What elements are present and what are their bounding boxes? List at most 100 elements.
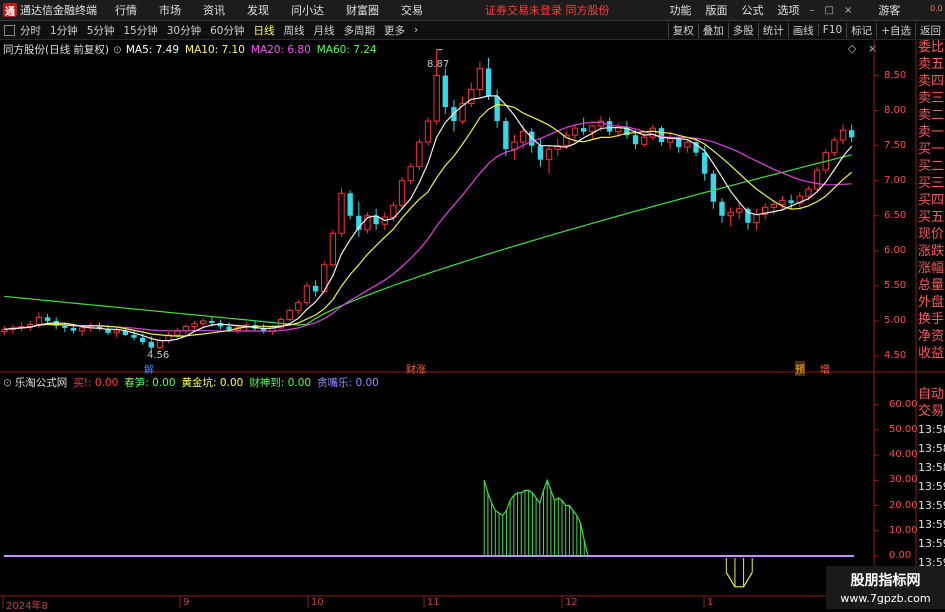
candle-body — [485, 68, 492, 97]
candle-body — [589, 125, 596, 133]
quote-field-label: 买一 — [918, 142, 945, 157]
quote-field-label: 买四 — [918, 193, 945, 208]
price-tick: 7.50 — [884, 139, 907, 151]
date-tick: 2024年8 — [6, 601, 48, 612]
quote-field-label: 外盘 — [918, 295, 945, 310]
candle-body — [78, 327, 86, 332]
candle-body — [813, 169, 821, 190]
candle-body — [70, 327, 77, 331]
price-tick: 5.00 — [884, 314, 907, 326]
golden-pit-line — [725, 572, 753, 588]
date-tick: 1 — [707, 597, 714, 608]
candle-body — [476, 68, 484, 91]
watermark-url: www.7gpzb.com — [840, 592, 931, 605]
candle-body — [779, 199, 786, 206]
candle-body — [312, 285, 319, 292]
tick-time: 13:59 — [918, 518, 945, 531]
candle-body — [848, 130, 855, 138]
sub-legend-4: 贪嘴乐: 0.00 — [317, 377, 379, 389]
sub-indicator-title: 乐淘公式网 — [14, 377, 68, 389]
candle-body — [62, 325, 68, 328]
candle-body — [831, 139, 838, 154]
date-tick: 12 — [565, 597, 578, 608]
candle-body — [200, 320, 207, 325]
event-marker-1[interactable]: 解 — [144, 361, 154, 376]
quote-field-label: 卖二 — [918, 108, 945, 123]
price-tick: 7.00 — [884, 174, 907, 186]
quote-field-label: 卖四 — [918, 74, 945, 89]
candle-body — [736, 208, 743, 213]
candle-body — [156, 340, 164, 349]
candle-body — [182, 326, 190, 332]
candle-body — [433, 75, 440, 122]
sub-tick: 20.00 — [889, 499, 918, 511]
event-marker-3[interactable]: 预 — [795, 361, 805, 376]
candles — [1, 49, 855, 352]
tick-time: 13:59 — [918, 499, 945, 512]
sub-tick: 50.00 — [889, 423, 918, 435]
sub-legend-3: 财神到: 0.00 — [249, 377, 312, 389]
candle-body — [658, 128, 665, 143]
candle-body — [191, 323, 198, 328]
quote-field-label: 卖一 — [918, 125, 945, 140]
spring-series — [483, 480, 585, 556]
candle-body — [44, 317, 51, 321]
candle-body — [632, 135, 639, 145]
candle-body — [329, 232, 337, 266]
price-tick: 5.50 — [884, 279, 907, 291]
auto-trade-label[interactable]: 自动 — [918, 387, 945, 402]
candle-body — [684, 141, 691, 148]
candle-body — [494, 96, 500, 122]
candle-body — [295, 302, 302, 311]
auto-trade-label[interactable]: 交易 — [918, 404, 945, 419]
price-tick: 4.50 — [884, 349, 907, 361]
candle-body — [424, 120, 432, 143]
quote-field-label: 涨幅 — [918, 261, 945, 276]
candle-body — [338, 192, 345, 234]
candle-body — [545, 148, 553, 161]
candle-body — [347, 193, 353, 216]
candle-body — [571, 127, 579, 136]
quote-field-label: 净资 — [918, 329, 945, 344]
golden-pit-series — [725, 558, 753, 587]
candle-body — [580, 128, 587, 132]
sub-tick: 10.00 — [889, 524, 918, 536]
sub-toggle-icon[interactable]: ⊙ — [3, 377, 12, 389]
candle-body — [537, 145, 544, 160]
sub-legend: ⊙ 乐淘公式网 买!: 0.00 春笋: 0.00 黄金坑: 0.00 财神到: 0.… — [3, 375, 385, 390]
tick-time: 13:59 — [918, 537, 945, 550]
candle-body — [303, 285, 311, 304]
price-tick: 6.50 — [884, 209, 907, 221]
candle-body — [702, 152, 708, 174]
candle-body — [710, 173, 717, 202]
sub-tick: 40.00 — [889, 449, 918, 461]
candle-body — [640, 136, 648, 145]
candle-body — [649, 127, 656, 138]
candle-body — [839, 129, 847, 141]
quote-field-label: 涨跌 — [918, 244, 945, 259]
quote-field-label: 卖三 — [918, 91, 945, 106]
tick-time: 13:59 — [918, 480, 945, 493]
high-price-label: 8.87 — [427, 59, 450, 70]
date-tick: 9 — [183, 597, 190, 608]
event-marker-2[interactable]: 财涨 — [406, 361, 426, 376]
candle-body — [209, 320, 215, 324]
candle-body — [676, 138, 682, 148]
sub-legend-0: 买!: 0.00 — [73, 377, 119, 389]
watermark-title: 股朋指标网 — [850, 573, 921, 589]
kline-chart[interactable] — [0, 0, 945, 609]
candle-body — [35, 316, 43, 325]
candle-body — [666, 138, 674, 143]
tick-time: 13:58 — [918, 461, 945, 474]
tick-time: 13:58 — [918, 423, 945, 436]
candle-body — [519, 131, 527, 143]
quote-field-label: 买五 — [918, 210, 945, 225]
candle-body — [805, 188, 812, 197]
event-marker-4[interactable]: 增 — [820, 361, 830, 376]
tick-time: 13:58 — [918, 442, 945, 455]
quote-field-label: 卖五 — [918, 57, 945, 72]
candle-body — [606, 121, 613, 132]
candle-body — [442, 75, 448, 108]
candle-body — [148, 341, 154, 348]
ma20-line — [4, 121, 852, 332]
